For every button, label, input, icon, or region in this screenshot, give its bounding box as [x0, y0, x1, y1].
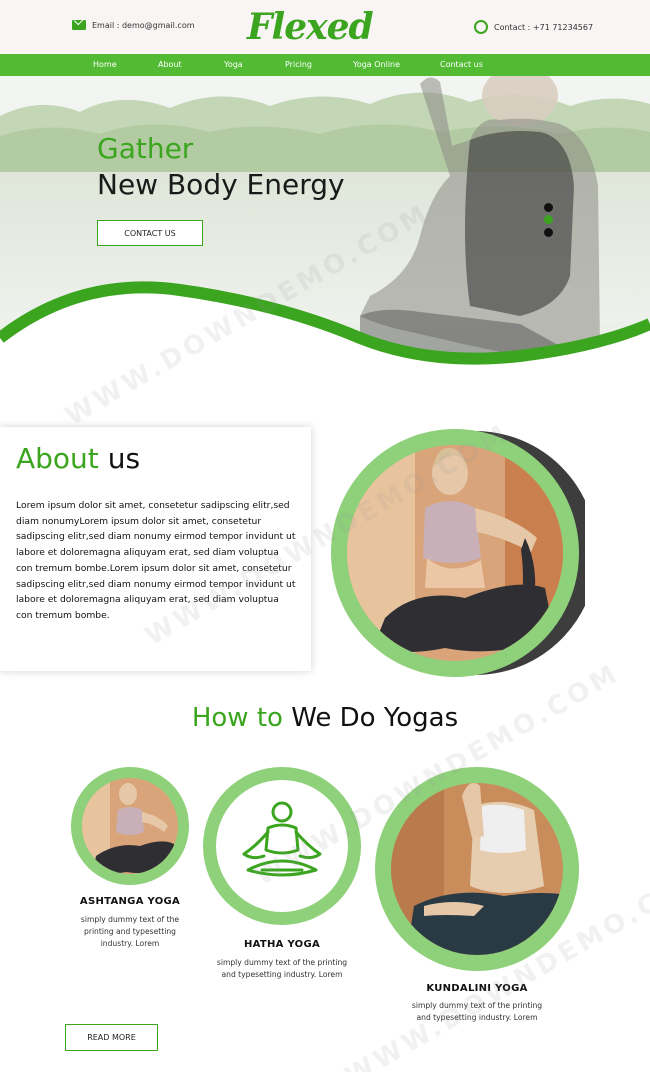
phone-icon	[474, 20, 488, 34]
hero-title-gather: Gather	[97, 132, 194, 165]
card-text-ashtanga: simply dummy text of the printing and ty…	[80, 915, 180, 948]
card-title-ashtanga: ASHTANGA YOGA	[79, 896, 181, 907]
how-title: How to We Do Yogas	[0, 703, 650, 733]
email-icon	[72, 20, 86, 30]
about-title-dark: us	[107, 442, 141, 475]
about-title: About us	[16, 442, 140, 475]
kundalini-image	[375, 767, 579, 971]
nav-item-home[interactable]: Home	[93, 60, 117, 69]
nav-item-contact[interactable]: Contact us	[440, 60, 483, 69]
header-contact[interactable]: Contact : +71 71234567	[474, 20, 593, 34]
ashtanga-image	[71, 767, 189, 885]
nav-item-pricing[interactable]: Pricing	[285, 60, 312, 69]
contact-text: Contact : +71 71234567	[494, 22, 594, 32]
card-text-hatha: simply dummy text of the printing and ty…	[216, 958, 348, 979]
header-email[interactable]: Email : demo@gmail.com	[72, 20, 195, 30]
how-title-green: How to	[191, 703, 283, 733]
about-title-green: About	[16, 442, 99, 475]
slider-dot-1[interactable]	[544, 203, 553, 212]
hero-banner: Gather New Body Energy CONTACT US	[0, 76, 650, 386]
slider-dot-3[interactable]	[544, 228, 553, 237]
email-text: Email : demo@gmail.com	[92, 20, 195, 30]
about-image	[331, 429, 585, 677]
card-title-kundalini: KUNDALINI YOGA	[426, 983, 528, 994]
how-title-dark: We Do Yogas	[291, 703, 459, 733]
top-bar: Email : demo@gmail.com Flexed Contact : …	[0, 0, 650, 54]
site-logo[interactable]: Flexed	[247, 6, 374, 48]
nav-item-about[interactable]: About	[158, 60, 182, 69]
contact-us-button[interactable]: CONTACT US	[97, 220, 203, 246]
nav-item-yoga[interactable]: Yoga	[224, 60, 243, 69]
card-title-hatha: HATHA YOGA	[243, 939, 321, 950]
card-text-kundalini: simply dummy text of the printing and ty…	[411, 1001, 543, 1022]
read-more-button[interactable]: READ MORE	[65, 1024, 158, 1051]
nav-item-yoga-online[interactable]: Yoga Online	[353, 60, 400, 69]
about-body: Lorem ipsum dolor sit amet, consetetur s…	[16, 500, 296, 621]
hatha-icon-circle	[203, 767, 361, 925]
slider-dot-2[interactable]	[544, 215, 553, 224]
hero-title-energy: New Body Energy	[97, 168, 345, 201]
main-nav: Home About Yoga Pricing Yoga Online Cont…	[0, 54, 650, 76]
